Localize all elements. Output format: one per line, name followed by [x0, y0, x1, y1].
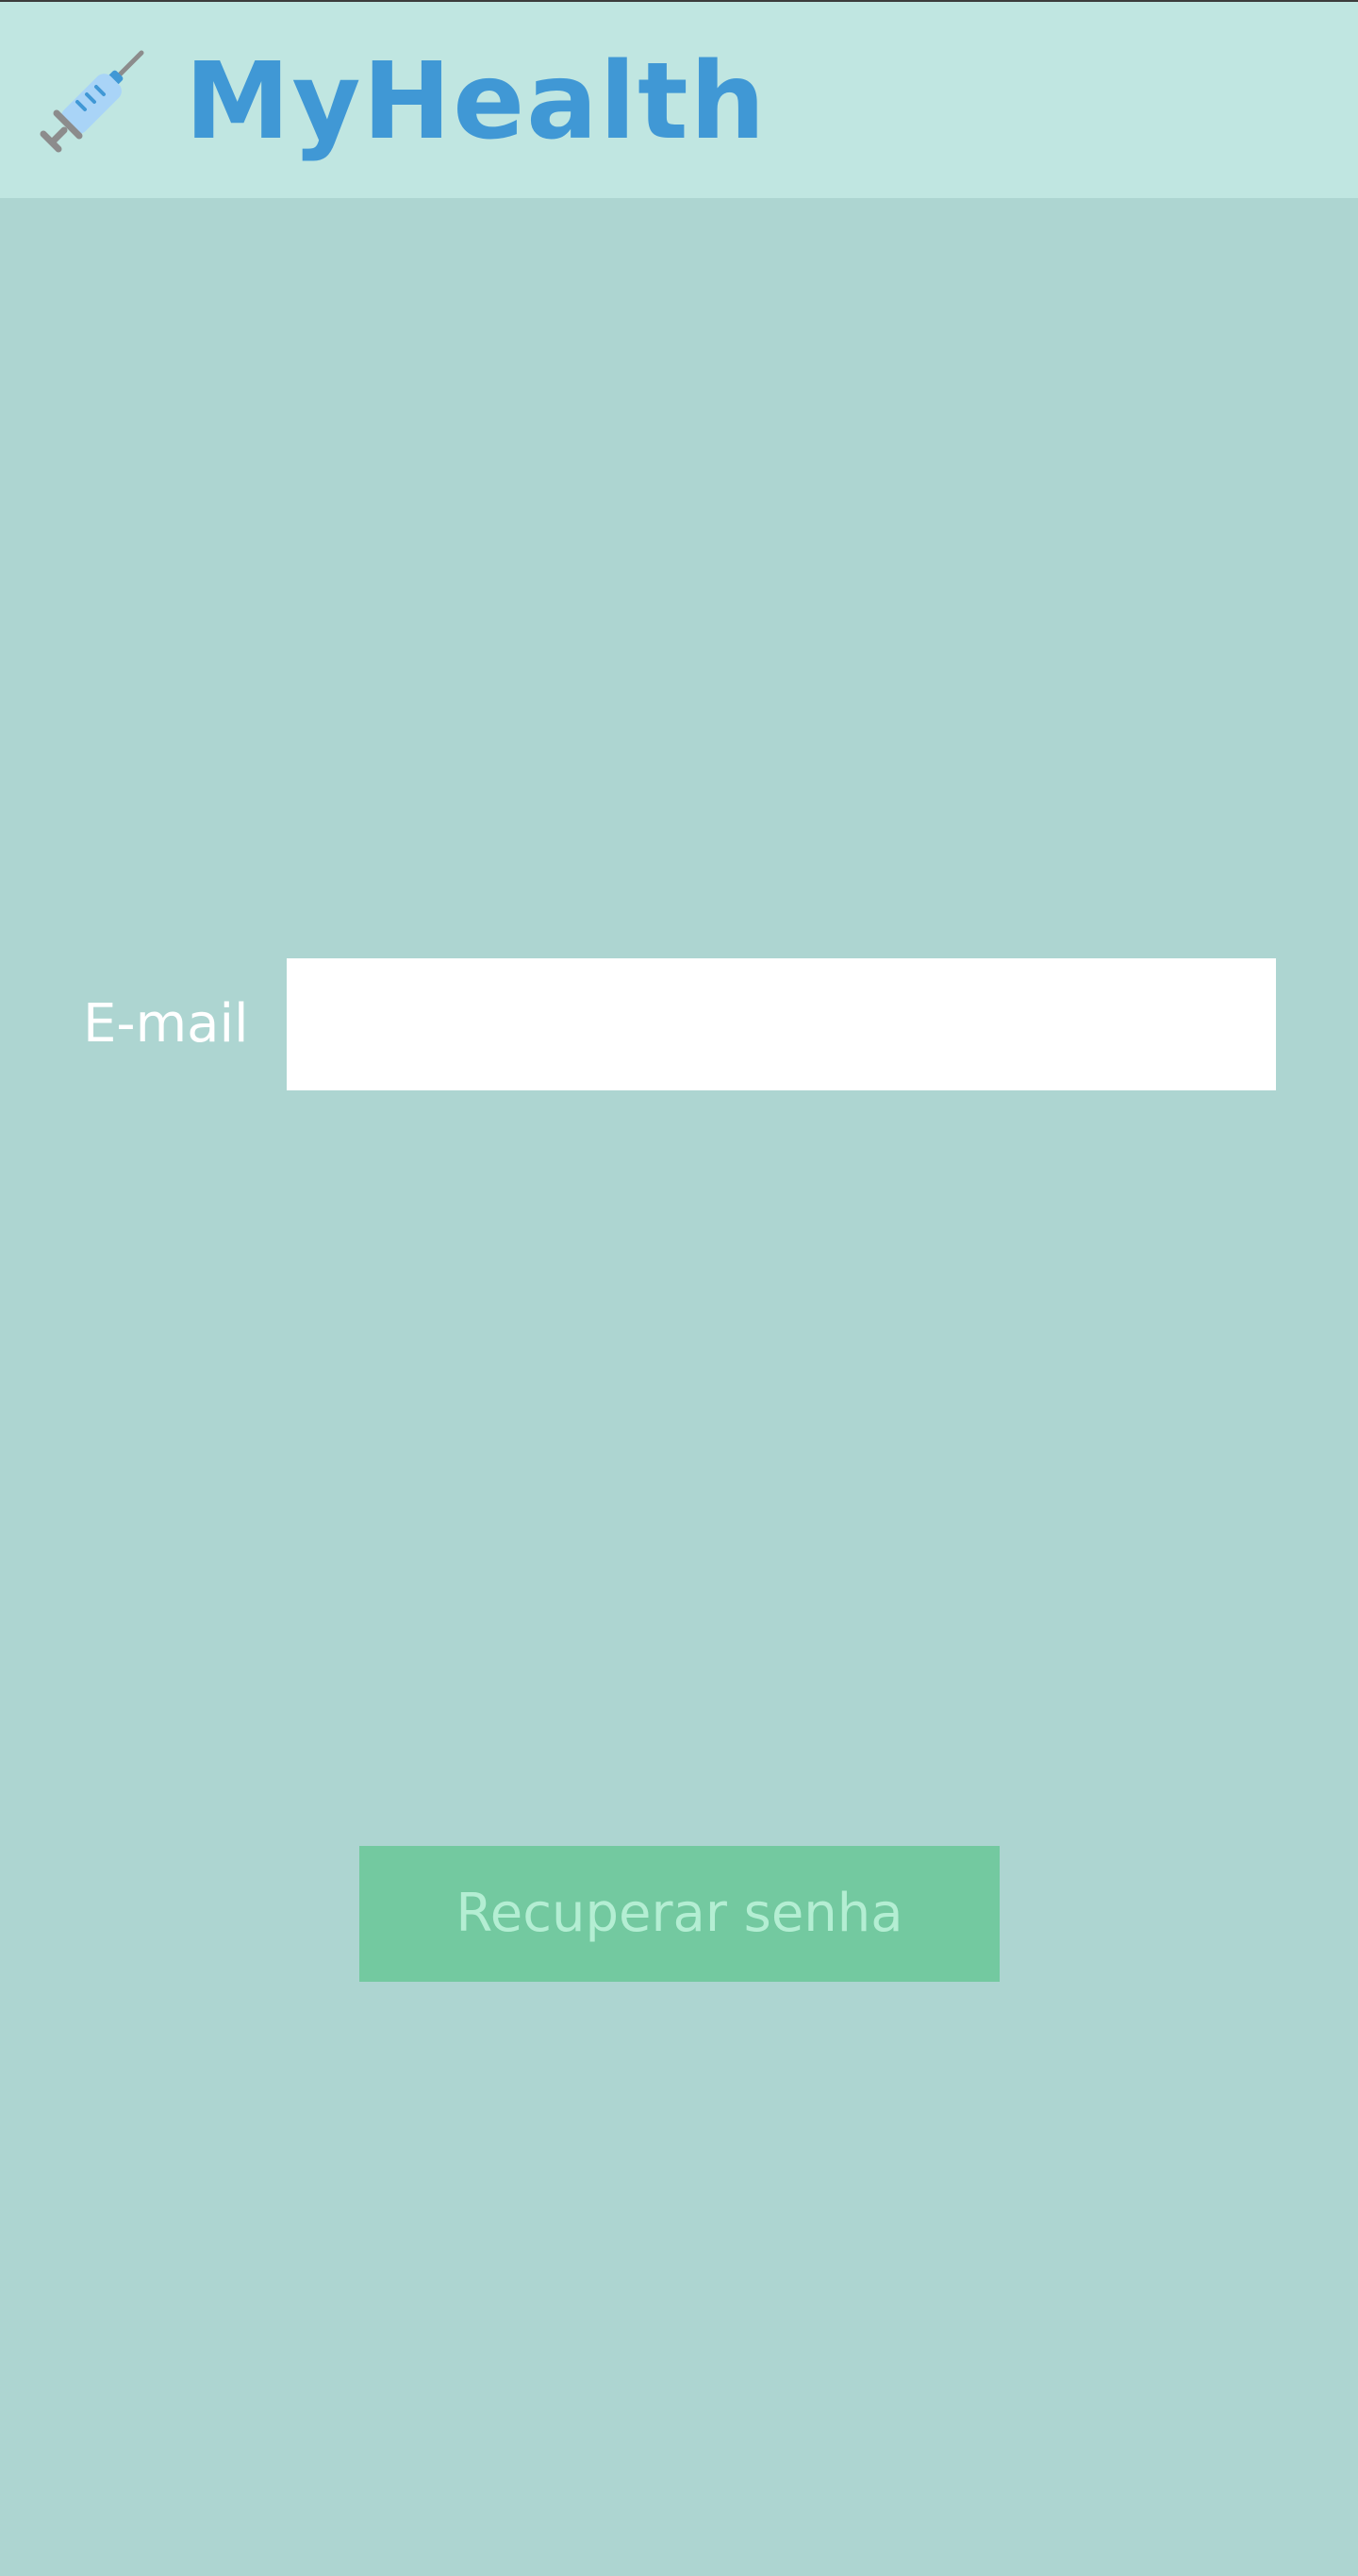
app-header: MyHealth: [0, 0, 1358, 198]
syringe-icon: [36, 47, 147, 158]
email-field[interactable]: [287, 958, 1276, 1090]
app-title: MyHealth: [185, 41, 768, 163]
recover-password-button[interactable]: Recuperar senha: [359, 1846, 1000, 1982]
email-label: E-mail: [83, 993, 249, 1055]
recover-password-screen: MyHealth E-mail Recuperar senha: [0, 0, 1358, 2576]
